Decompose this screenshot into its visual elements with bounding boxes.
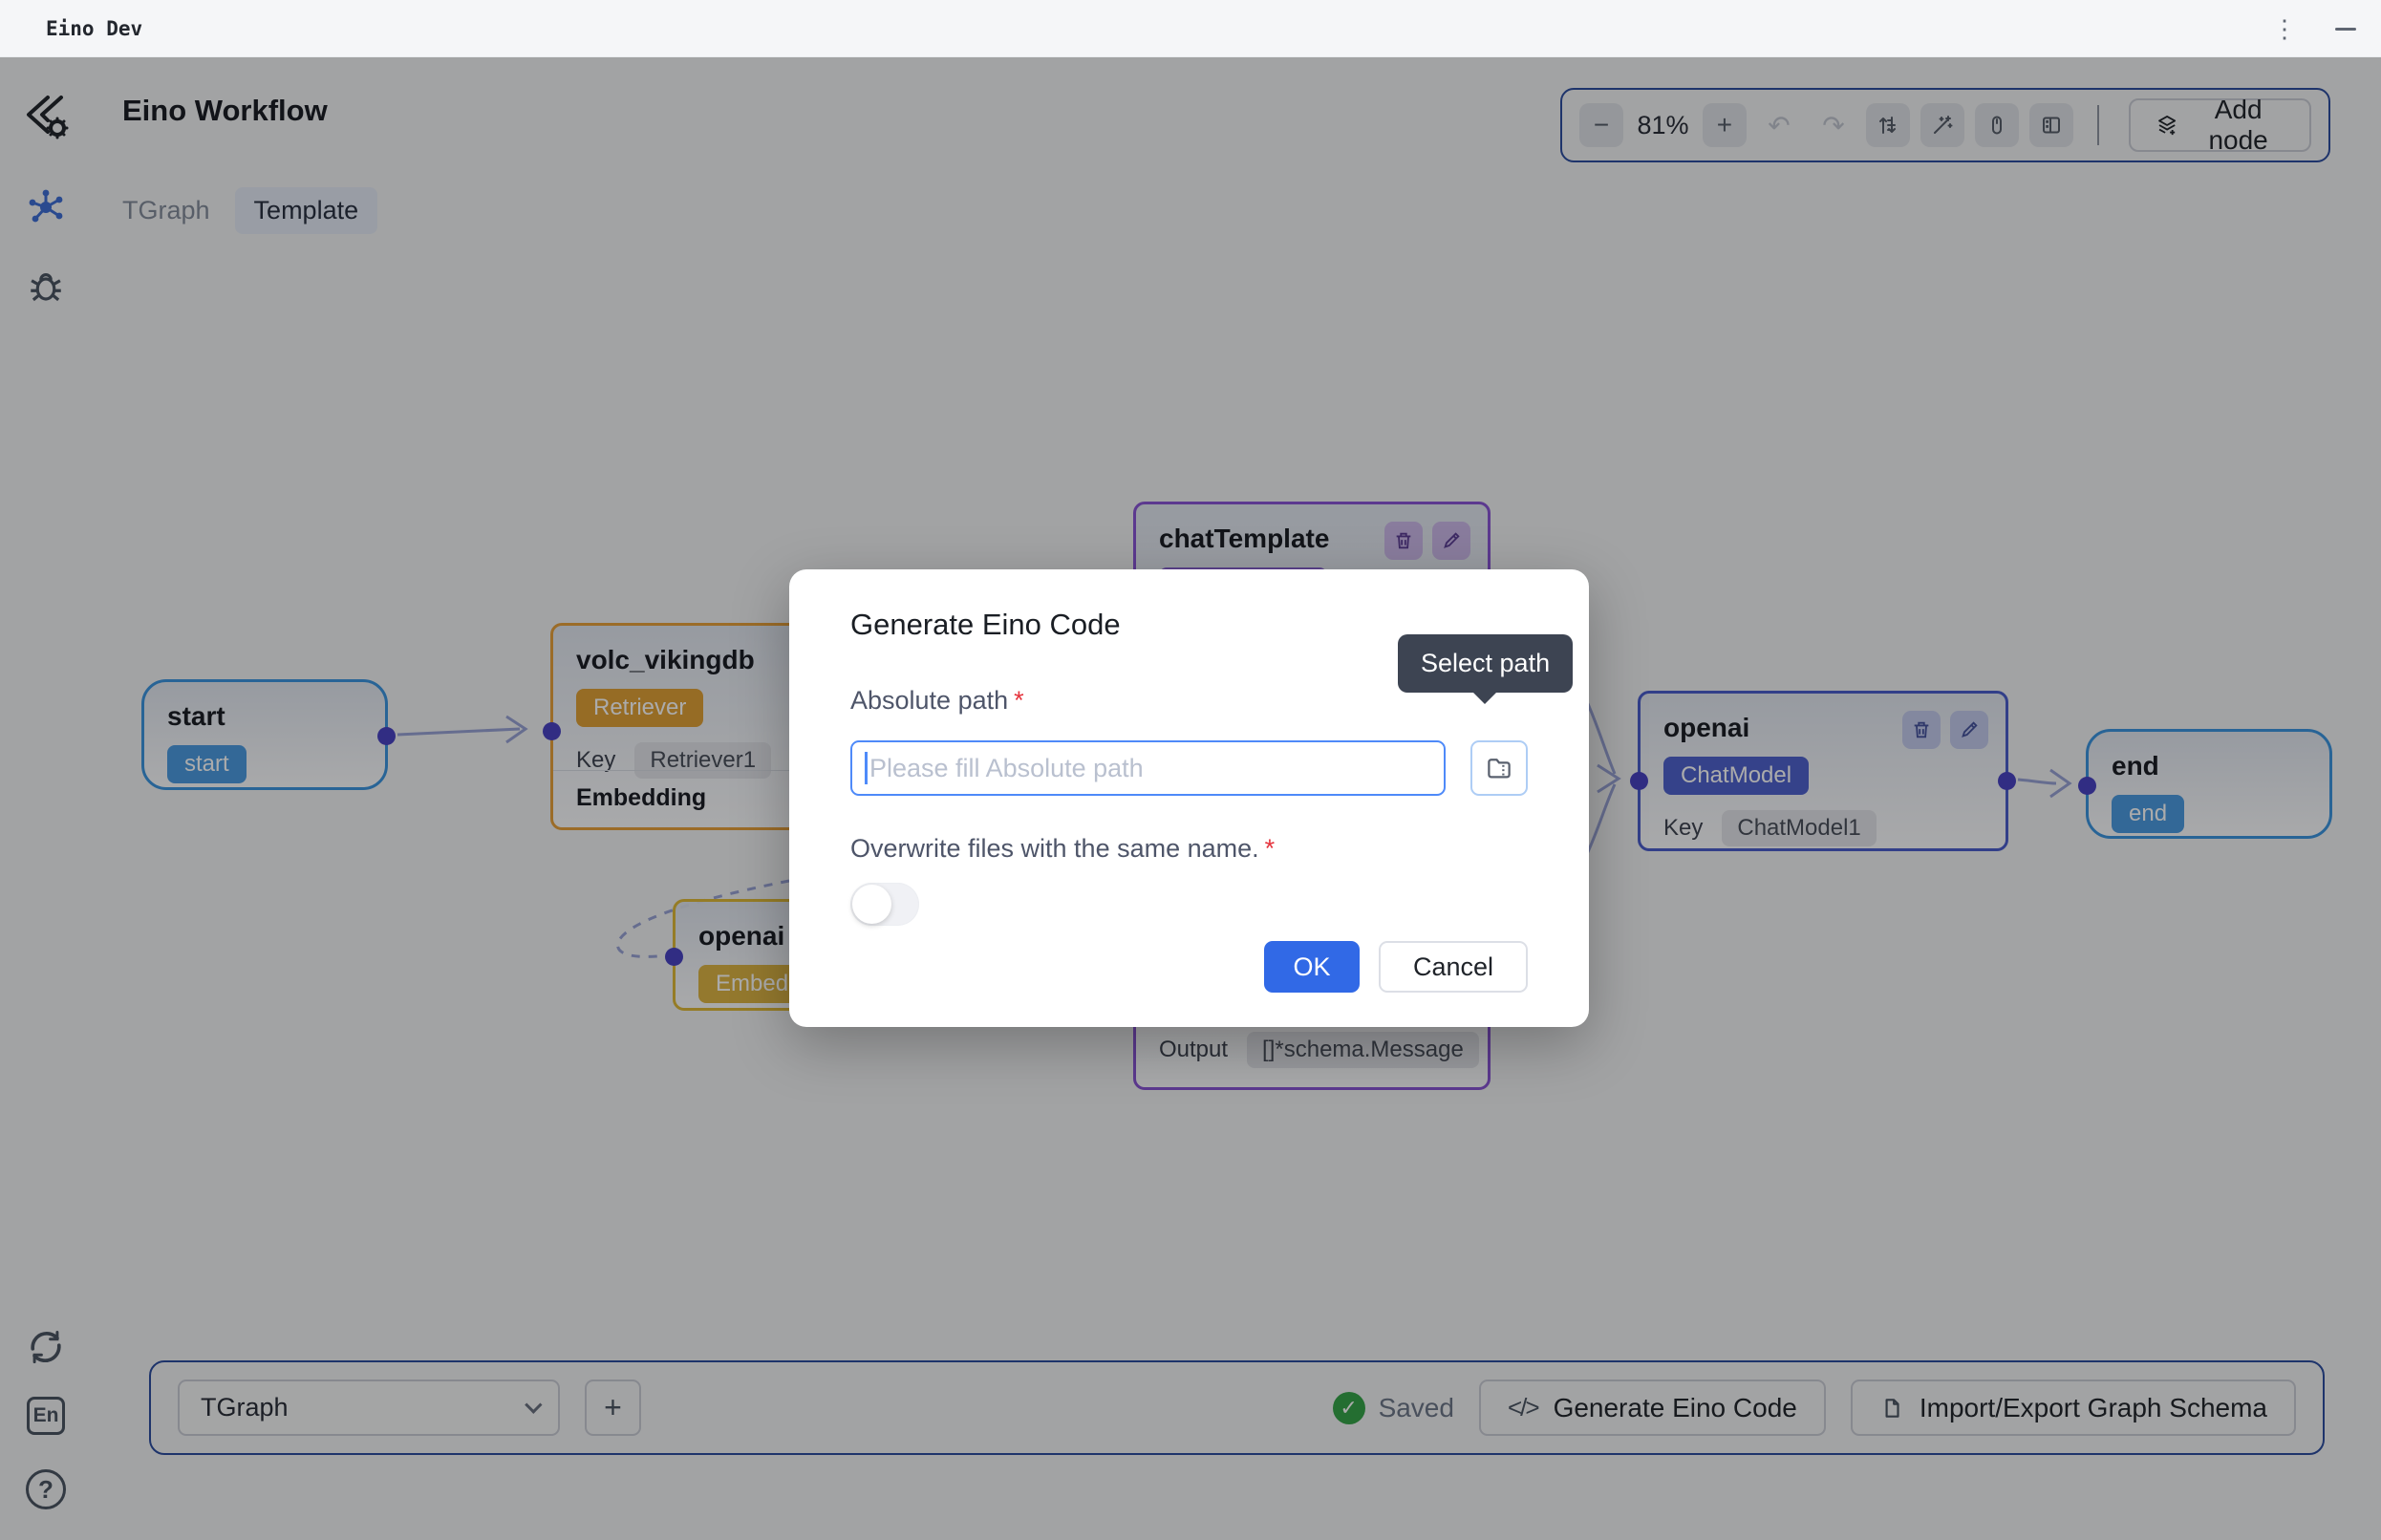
absolute-path-input[interactable] (850, 740, 1446, 796)
select-path-button[interactable] (1470, 740, 1528, 796)
toggle-knob (852, 885, 891, 924)
required-asterisk: * (1014, 686, 1024, 715)
tooltip-arrow (1472, 692, 1497, 704)
path-label-text: Absolute path (850, 686, 1008, 715)
cancel-button[interactable]: Cancel (1379, 941, 1528, 993)
window-title: Eino Dev (46, 17, 142, 40)
app-window: start start volc_vikingdb Retriever Key … (0, 0, 2381, 1540)
overwrite-toggle[interactable] (850, 883, 919, 926)
required-asterisk: * (1265, 834, 1276, 863)
overwrite-label-text: Overwrite files with the same name. (850, 834, 1259, 863)
overwrite-field-label: Overwrite files with the same name.* (850, 834, 1528, 864)
folder-icon (1485, 754, 1513, 782)
os-title-bar: Eino Dev ⋮ (0, 0, 2381, 57)
window-minimize-button[interactable] (2335, 28, 2356, 31)
tooltip-text: Select path (1421, 649, 1550, 677)
window-menu-button[interactable]: ⋮ (2272, 16, 2297, 41)
ok-button[interactable]: OK (1264, 941, 1360, 993)
text-caret (865, 752, 868, 784)
select-path-tooltip: Select path (1398, 634, 1573, 693)
